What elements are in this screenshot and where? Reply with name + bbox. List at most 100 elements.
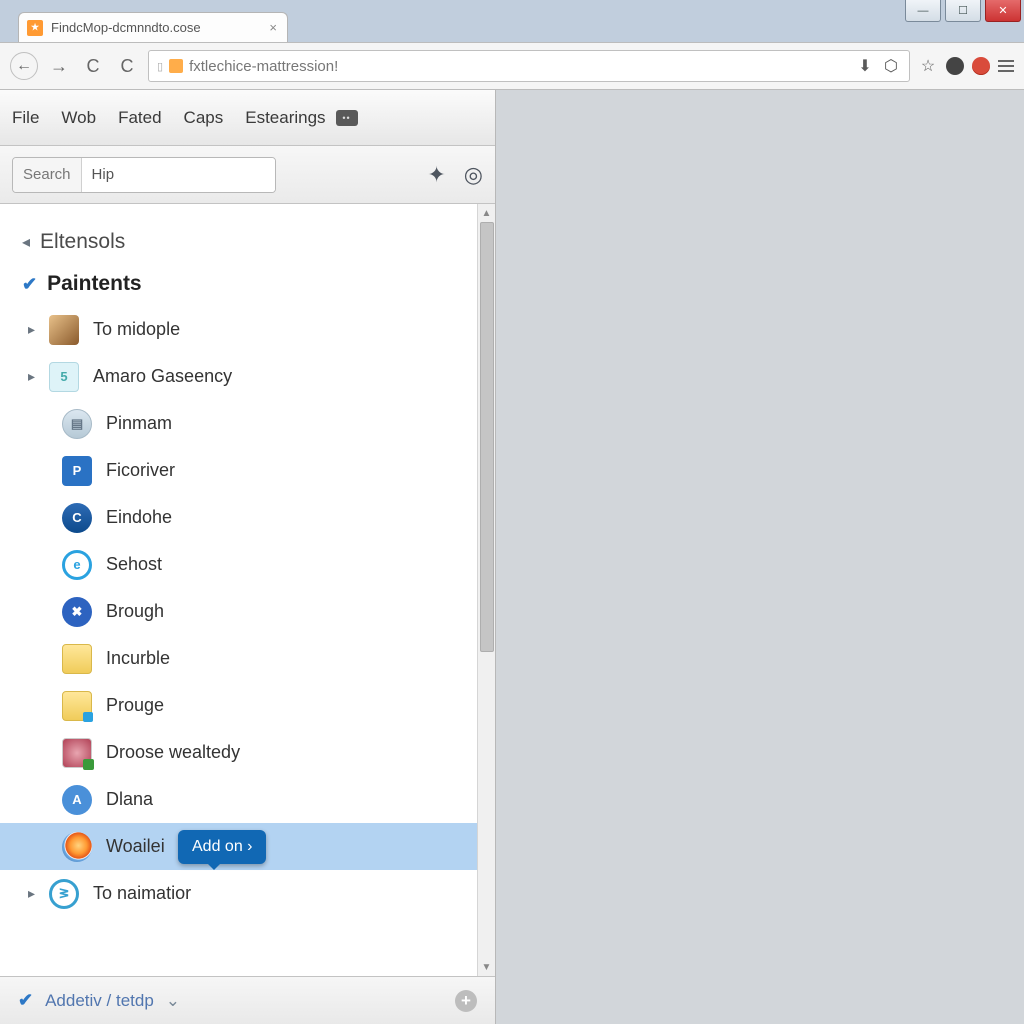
hamburger-menu-icon[interactable] (998, 60, 1014, 72)
menu-file[interactable]: File (12, 108, 39, 128)
tree-item[interactable]: Prouge (0, 682, 495, 729)
extension-icon[interactable] (946, 57, 964, 75)
menu-fated[interactable]: Fated (118, 108, 161, 128)
tree-item[interactable]: P Ficoriver (0, 447, 495, 494)
app-icon: e (62, 550, 92, 580)
item-label: Pinmam (106, 413, 172, 434)
item-label: Dlana (106, 789, 153, 810)
folder-icon (62, 644, 92, 674)
app-icon: ᕒ (49, 879, 79, 909)
search-label: Search (13, 158, 82, 192)
app-icon: ▤ (62, 409, 92, 439)
tab-close-icon[interactable]: × (269, 20, 277, 35)
extension-icon-2[interactable] (972, 57, 990, 75)
side-panel: File Wob Fated Caps Estearings •• Search… (0, 90, 496, 1024)
item-label: Sehost (106, 554, 162, 575)
puzzle-icon[interactable]: ✦ (427, 162, 445, 188)
browser-toolbar: ← → C C ▯ fxtlechice-mattression! ⬇ ⬡ ☆ (0, 42, 1024, 90)
workspace: File Wob Fated Caps Estearings •• Search… (0, 90, 1024, 1024)
folder-icon (62, 691, 92, 721)
tree-scroll: ◂ Eltensols ✔ Paintents ▸ To midople ▸ 5… (0, 204, 495, 976)
firefox-icon (62, 832, 92, 862)
item-label: Eindohe (106, 507, 172, 528)
tree-item[interactable]: Droose wealtedy (0, 729, 495, 776)
tree-item[interactable]: ▸ ᕒ To naimatior (0, 870, 495, 917)
item-label: To naimatior (93, 883, 191, 904)
chevron-down-icon[interactable]: ⌄ (166, 991, 180, 1011)
item-label: Incurble (106, 648, 170, 669)
tooltip-label: Add on › (192, 838, 252, 856)
app-icon: ✖ (62, 597, 92, 627)
browser-tab-strip: ★ FindcMop-dcmnndto.cose × (0, 0, 1024, 42)
section-label: Paintents (47, 272, 142, 296)
panel-toolbar: Search ✦ ◎ (0, 146, 495, 204)
panel-menubar: File Wob Fated Caps Estearings •• (0, 90, 495, 146)
app-icon: 5 (49, 362, 79, 392)
reload-button-2[interactable]: C (114, 53, 140, 79)
footer-label[interactable]: Addetiv / tetdp (45, 991, 154, 1011)
tree-item[interactable]: e Sehost (0, 541, 495, 588)
item-label: Brough (106, 601, 164, 622)
vertical-scrollbar[interactable]: ▲ ▼ (477, 204, 495, 976)
tree-item[interactable]: ▸ 5 Amaro Gaseency (0, 353, 495, 400)
tree: ◂ Eltensols ✔ Paintents ▸ To midople ▸ 5… (0, 204, 495, 917)
page-info-icon: ▯ (157, 60, 163, 73)
menu-overflow-icon[interactable]: •• (336, 110, 358, 126)
tree-item[interactable]: C Eindohe (0, 494, 495, 541)
menu-estearings[interactable]: Estearings (245, 108, 325, 128)
bookmark-star-icon[interactable]: ☆ (918, 56, 938, 76)
tab-title: FindcMop-dcmnndto.cose (51, 20, 201, 35)
check-icon: ✔ (22, 274, 37, 295)
app-icon (62, 738, 92, 768)
content-area (496, 90, 1024, 1024)
panel-footer: ✔ Addetiv / tetdp ⌄ + (0, 976, 495, 1024)
item-label: Prouge (106, 695, 164, 716)
window-controls: — ☐ ✕ (905, 0, 1021, 22)
search-input[interactable] (82, 158, 276, 192)
section-label: Eltensols (40, 230, 125, 254)
tab-favicon-icon: ★ (27, 20, 43, 36)
app-icon: P (62, 456, 92, 486)
url-bar[interactable]: ▯ fxtlechice-mattression! ⬇ ⬡ (148, 50, 910, 82)
tree-item[interactable]: ✖ Brough (0, 588, 495, 635)
app-icon (49, 315, 79, 345)
caret-left-icon: ◂ (22, 232, 30, 252)
item-label: To midople (93, 319, 180, 340)
tree-item[interactable]: A Dlana (0, 776, 495, 823)
window-maximize-button[interactable]: ☐ (945, 0, 981, 22)
tree-section-paintents[interactable]: ✔ Paintents (0, 264, 495, 306)
tree-item-selected[interactable]: Woailei Add on › (0, 823, 495, 870)
shield-icon[interactable]: ⬡ (881, 56, 901, 76)
menu-caps[interactable]: Caps (184, 108, 224, 128)
window-minimize-button[interactable]: — (905, 0, 941, 22)
search-box: Search (12, 157, 276, 193)
reload-button[interactable]: C (80, 53, 106, 79)
chevron-right-icon: ▸ (28, 885, 35, 902)
chevron-right-icon: ▸ (28, 368, 35, 385)
add-button[interactable]: + (455, 990, 477, 1012)
browser-tab[interactable]: ★ FindcMop-dcmnndto.cose × (18, 12, 288, 42)
chevron-right-icon: ▸ (28, 321, 35, 338)
menu-wob[interactable]: Wob (61, 108, 96, 128)
window-close-button[interactable]: ✕ (985, 0, 1021, 22)
item-label: Amaro Gaseency (93, 366, 232, 387)
item-label: Droose wealtedy (106, 742, 240, 763)
check-icon: ✔ (18, 990, 33, 1011)
scroll-up-icon[interactable]: ▲ (478, 204, 495, 222)
download-icon[interactable]: ⬇ (855, 56, 875, 76)
tree-section-extensols[interactable]: ◂ Eltensols (0, 222, 495, 264)
add-on-tooltip[interactable]: Add on › (178, 830, 266, 864)
tree-item[interactable]: ▤ Pinmam (0, 400, 495, 447)
app-icon: C (62, 503, 92, 533)
app-icon: A (62, 785, 92, 815)
tree-item[interactable]: Incurble (0, 635, 495, 682)
item-label: Ficoriver (106, 460, 175, 481)
scroll-down-icon[interactable]: ▼ (478, 958, 495, 976)
forward-button[interactable]: → (46, 53, 72, 79)
gear-icon[interactable]: ◎ (464, 162, 483, 188)
back-button[interactable]: ← (10, 52, 38, 80)
scroll-thumb[interactable] (480, 222, 494, 652)
item-label: Woailei (106, 836, 165, 857)
tree-item[interactable]: ▸ To midople (0, 306, 495, 353)
url-text: fxtlechice-mattression! (189, 58, 338, 75)
